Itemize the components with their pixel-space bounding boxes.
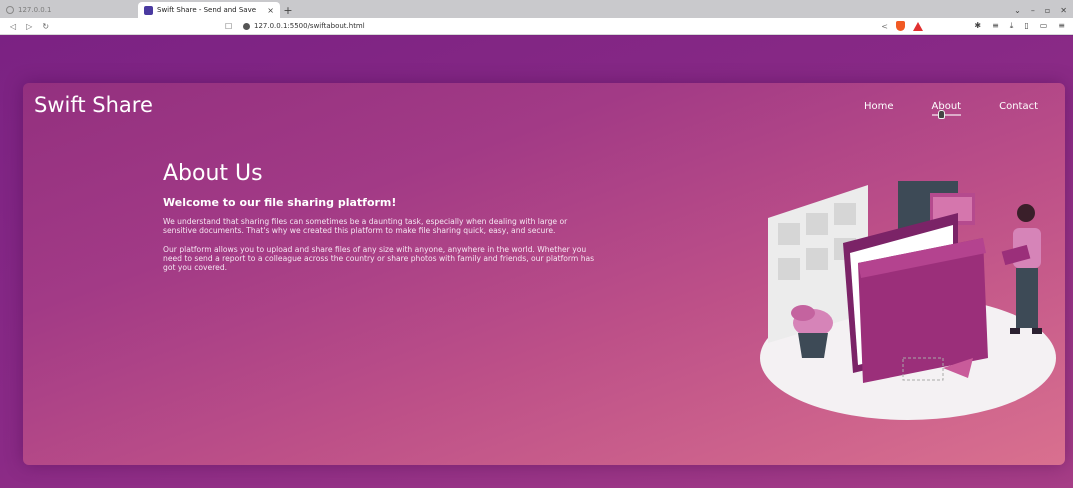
forward-icon[interactable]: ▷ <box>26 22 32 31</box>
share-icon[interactable]: < <box>881 22 888 31</box>
new-tab-button[interactable]: + <box>280 2 296 18</box>
plant-pot <box>798 333 828 358</box>
about-paragraph-1: We understand that sharing files can som… <box>163 217 568 235</box>
browser-toolbar: ◁ ▷ ↻ ☐ 127.0.0.1:5500/swiftabout.html <… <box>0 18 1073 35</box>
restore-icon[interactable]: ▫ <box>1045 6 1050 15</box>
file-sharing-illustration-icon <box>760 181 1056 420</box>
wallet-icon[interactable]: ▭ <box>1040 21 1048 31</box>
nav-home[interactable]: Home <box>864 101 894 112</box>
address-bar[interactable]: 127.0.0.1:5500/swiftabout.html <box>243 22 365 30</box>
extensions-icon[interactable]: ✱ <box>974 21 981 31</box>
window-controls: ⌄ – ▫ ✕ <box>1014 2 1073 18</box>
close-window-icon[interactable]: ✕ <box>1060 6 1067 15</box>
site-info-icon[interactable] <box>243 22 250 30</box>
browser-tab-inactive[interactable]: 127.0.0.1 <box>0 2 138 18</box>
browser-tools: ✱ ≡ ⤓ ▯ ▭ ≡ <box>974 21 1065 31</box>
reload-icon[interactable]: ↻ <box>42 22 49 31</box>
browser-tab-active[interactable]: Swift Share - Send and Save × <box>138 2 280 18</box>
about-card: Swift Share Home About Contact About Us … <box>23 83 1065 465</box>
back-icon[interactable]: ◁ <box>10 22 16 31</box>
brand-logo[interactable]: Swift Share <box>34 93 153 117</box>
about-paragraph-2: Our platform allows you to upload and sh… <box>163 245 595 272</box>
favicon-icon <box>144 5 153 15</box>
sidebar-icon[interactable]: ▯ <box>1024 21 1028 31</box>
page-subtitle: Welcome to our file sharing platform! <box>163 196 397 209</box>
tab-close-icon[interactable]: × <box>267 6 274 15</box>
reading-list-icon[interactable]: ≡ <box>992 21 999 31</box>
chevron-down-icon[interactable]: ⌄ <box>1014 6 1021 15</box>
nav-about[interactable]: About <box>931 101 961 116</box>
url-text: 127.0.0.1:5500/swiftabout.html <box>254 22 365 30</box>
menu-icon[interactable]: ≡ <box>1058 21 1065 31</box>
page-viewport: Swift Share Home About Contact About Us … <box>0 36 1073 488</box>
page-title: About Us <box>163 161 263 186</box>
nav-buttons: ◁ ▷ ↻ <box>0 22 225 31</box>
person-legs <box>1016 268 1038 328</box>
rewards-icon[interactable] <box>913 21 923 31</box>
main-nav: Home About Contact <box>864 101 1038 116</box>
download-icon[interactable]: ⤓ <box>1010 21 1014 31</box>
brave-shield-icon[interactable] <box>896 21 905 31</box>
globe-icon <box>6 6 14 14</box>
bookmark-icon[interactable]: ☐ <box>225 22 235 31</box>
browser-tab-bar: 127.0.0.1 Swift Share - Send and Save × … <box>0 0 1073 18</box>
person-head <box>1017 204 1035 222</box>
about-content: About Us Welcome to our file sharing pla… <box>163 161 603 272</box>
tab-title: Swift Share - Send and Save <box>157 6 257 14</box>
nav-contact[interactable]: Contact <box>999 101 1038 112</box>
mouse-cursor-icon <box>938 110 945 119</box>
tab-title: 127.0.0.1 <box>18 6 52 14</box>
minimize-icon[interactable]: – <box>1031 6 1035 15</box>
